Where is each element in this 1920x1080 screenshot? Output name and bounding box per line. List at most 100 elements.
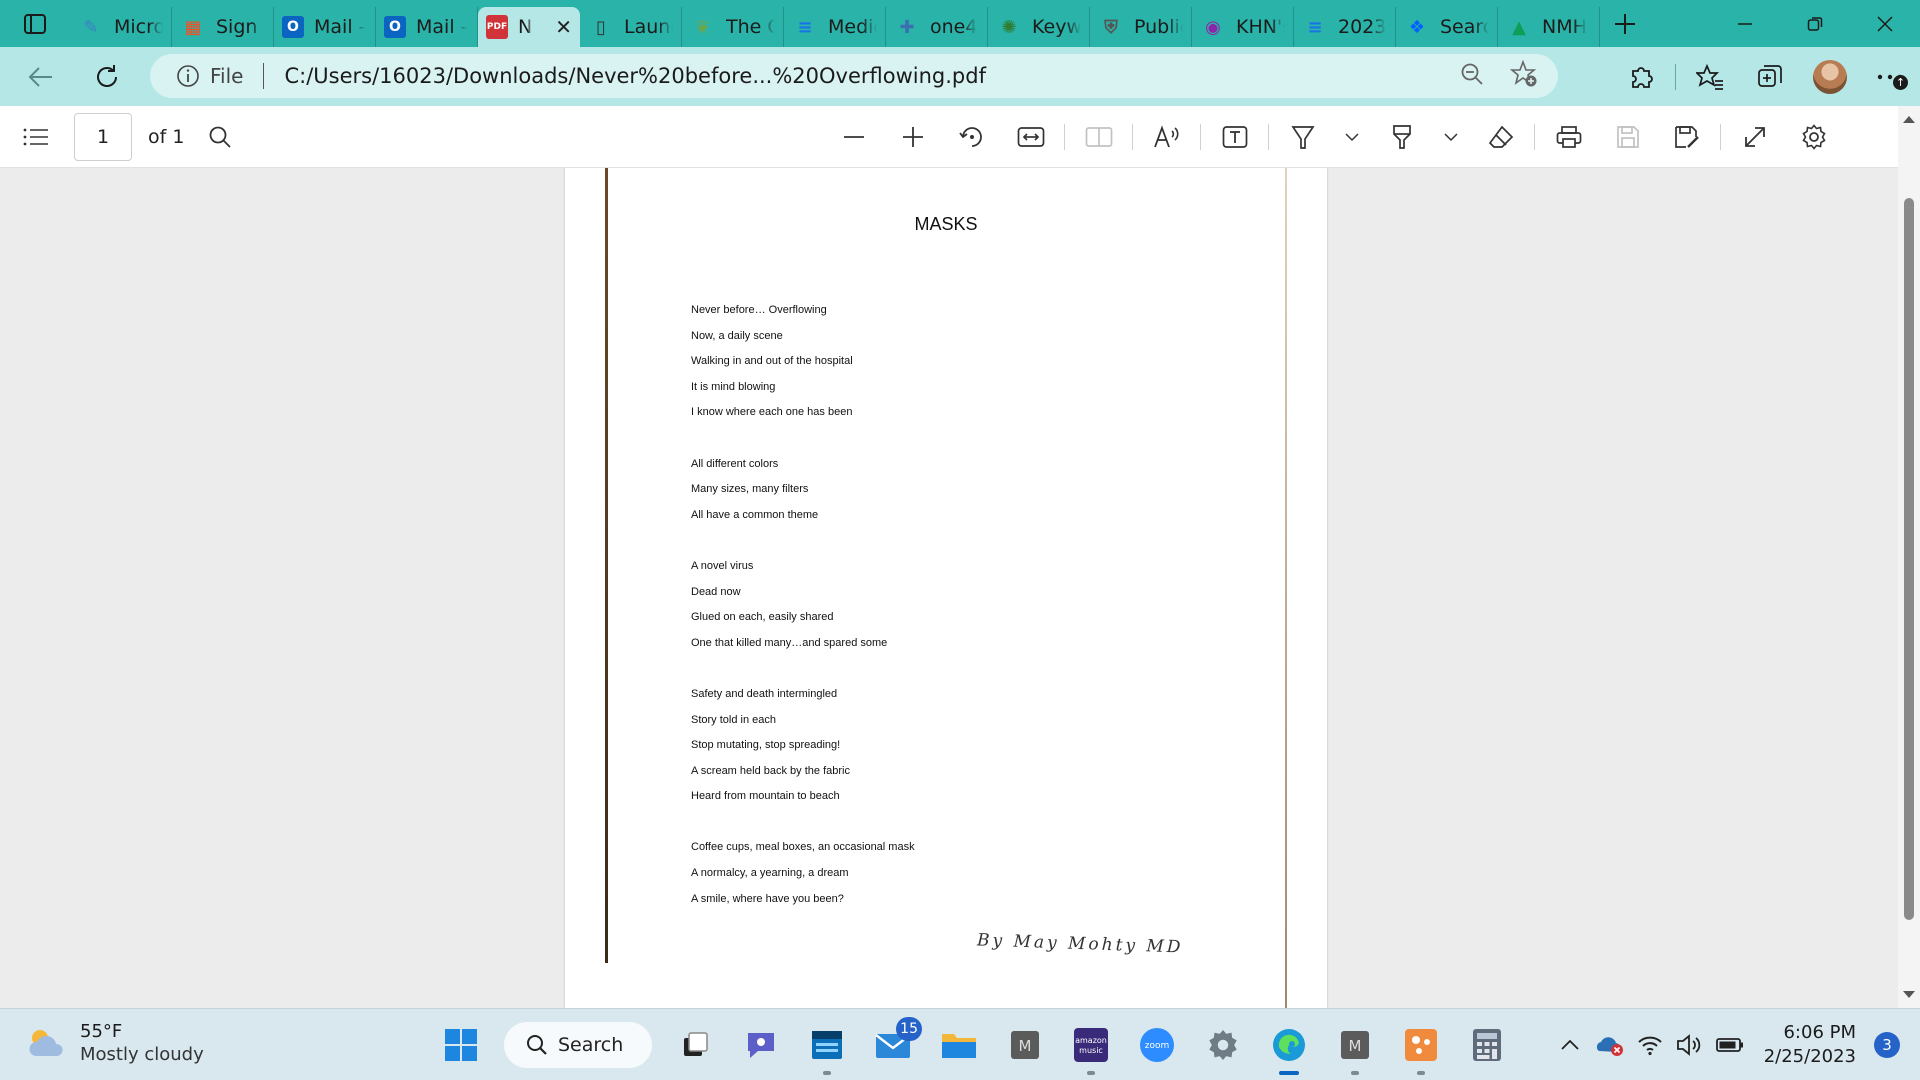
browser-tab[interactable]: ✚ one4: [886, 7, 988, 47]
save-button[interactable]: [1598, 106, 1657, 168]
running-indicator: [1087, 1071, 1095, 1075]
battery-icon: [1715, 1038, 1743, 1052]
minimize-button[interactable]: [1710, 0, 1780, 47]
extensions-button[interactable]: [1611, 47, 1671, 106]
file-explorer-button[interactable]: [926, 1019, 992, 1071]
window-controls: [1710, 0, 1920, 47]
windows-logo-icon: [445, 1029, 477, 1061]
pdf-viewer[interactable]: MASKS Never before… Overflowing Now, a da…: [0, 168, 1898, 1008]
chevron-down-icon: [1444, 133, 1458, 142]
new-tab-button[interactable]: [1600, 0, 1650, 47]
favorites-button[interactable]: [1680, 47, 1740, 106]
volume-button[interactable]: [1670, 1009, 1710, 1080]
highlight-options-dropdown[interactable]: [1431, 106, 1471, 168]
add-text-button[interactable]: [1205, 106, 1264, 168]
show-hidden-icons-button[interactable]: [1550, 1009, 1590, 1080]
author-signature: By May Mohty MD: [976, 930, 1184, 958]
profile-button[interactable]: [1800, 47, 1860, 106]
browser-tab[interactable]: ⛨ Public: [1090, 7, 1192, 47]
restore-button[interactable]: [1780, 0, 1850, 47]
browser-tab[interactable]: PDF N ✕: [478, 7, 580, 47]
network-button[interactable]: [1630, 1009, 1670, 1080]
taskbar-search[interactable]: Search: [504, 1022, 652, 1068]
read-aloud-button[interactable]: [1137, 106, 1196, 168]
plus-icon: [902, 127, 923, 147]
url-text[interactable]: C:/Users/16023/Downloads/Never%20before.…: [284, 64, 986, 88]
calculator-button[interactable]: [1454, 1019, 1520, 1071]
rotate-button[interactable]: [942, 106, 1001, 168]
save-as-button[interactable]: [1657, 106, 1716, 168]
browser-tab[interactable]: ◉ KHN's: [1192, 7, 1294, 47]
teams-chat-button[interactable]: [728, 1019, 794, 1071]
onedrive-button[interactable]: [1590, 1009, 1630, 1080]
clock[interactable]: 6:06 PM 2/25/2023: [1764, 1021, 1856, 1069]
collections-button[interactable]: [1740, 47, 1800, 106]
browser-tab[interactable]: ❖ Searc: [1396, 7, 1498, 47]
scrollbar-thumb[interactable]: [1904, 198, 1914, 920]
settings-more-button[interactable]: ↑: [1860, 47, 1920, 106]
mail-app-button[interactable]: 15: [860, 1017, 926, 1071]
browser-tab[interactable]: ❦ The C: [682, 7, 784, 47]
browser-tab[interactable]: ▦ Sign i: [172, 7, 274, 47]
scroll-up-arrow-icon[interactable]: [1903, 116, 1915, 123]
browser-tab[interactable]: O Mail -: [274, 7, 376, 47]
taskbar-app-orange[interactable]: [1388, 1019, 1454, 1075]
battery-button[interactable]: [1710, 1009, 1750, 1080]
browser-tab[interactable]: ▲ NMH: [1498, 7, 1600, 47]
settings-app-button[interactable]: [1190, 1019, 1256, 1071]
add-favorite-button[interactable]: [1509, 59, 1538, 92]
taskbar-app-window[interactable]: [794, 1019, 860, 1075]
toolbar-separator: [1720, 124, 1721, 150]
browser-tab[interactable]: ✺ Keyw: [988, 7, 1090, 47]
svg-text:M: M: [1019, 1037, 1032, 1055]
fullscreen-button[interactable]: [1725, 106, 1784, 168]
read-aloud-icon: [1153, 125, 1179, 148]
taskbar-app-m-2[interactable]: M: [1322, 1019, 1388, 1075]
minus-icon: [843, 136, 864, 138]
browser-tab[interactable]: O Mail -: [376, 7, 478, 47]
poem-line: Coffee cups, meal boxes, an occasional m…: [691, 841, 915, 854]
pdf-settings-button[interactable]: [1784, 106, 1843, 168]
address-separator: [263, 63, 265, 89]
browser-tab[interactable]: ▯ Launc: [580, 7, 682, 47]
browser-tab[interactable]: ≡ 2023: [1294, 7, 1396, 47]
draw-button[interactable]: [1273, 106, 1332, 168]
zoom-out-button[interactable]: [824, 106, 883, 168]
close-window-button[interactable]: [1850, 0, 1920, 47]
browser-tab[interactable]: ≡ Medic: [784, 7, 886, 47]
browser-tab[interactable]: ✎ Micro: [70, 7, 172, 47]
edge-browser-button[interactable]: [1256, 1019, 1322, 1075]
app-m-icon: M: [1011, 1031, 1039, 1059]
erase-button[interactable]: [1471, 106, 1530, 168]
tab-actions-button[interactable]: [0, 0, 70, 47]
address-bar[interactable]: File C:/Users/16023/Downloads/Never%20be…: [150, 54, 1558, 98]
weather-widget[interactable]: 55°F Mostly cloudy: [26, 1021, 204, 1065]
zoom-in-button[interactable]: [883, 106, 942, 168]
docs-icon: ≡: [797, 16, 813, 38]
highlight-button[interactable]: [1372, 106, 1431, 168]
zoom-button[interactable]: [1460, 62, 1484, 90]
print-button[interactable]: [1539, 106, 1598, 168]
zoom-app-button[interactable]: zoom: [1124, 1019, 1190, 1071]
page-view-button[interactable]: [1069, 106, 1128, 168]
page-number-input[interactable]: 1: [74, 112, 132, 161]
outlook-icon: O: [282, 16, 304, 38]
amazon-music-button[interactable]: amazon music: [1058, 1019, 1124, 1075]
start-button[interactable]: [428, 1019, 494, 1071]
fit-to-width-button[interactable]: [1001, 106, 1060, 168]
poem-line: Now, a daily scene: [691, 329, 783, 342]
site-info-button[interactable]: File: [176, 64, 243, 88]
back-button[interactable]: [8, 47, 74, 106]
taskbar-app-m[interactable]: M: [992, 1019, 1058, 1071]
contents-list-icon: [23, 128, 48, 145]
table-of-contents-button[interactable]: [6, 106, 66, 168]
close-tab-icon[interactable]: ✕: [555, 15, 572, 39]
find-button[interactable]: [190, 106, 250, 168]
scroll-down-arrow-icon[interactable]: [1903, 991, 1915, 998]
draw-options-dropdown[interactable]: [1332, 106, 1372, 168]
task-view-button[interactable]: [662, 1019, 728, 1071]
search-icon: [527, 1035, 547, 1055]
refresh-button[interactable]: [74, 47, 140, 106]
notification-count-badge[interactable]: 3: [1874, 1032, 1900, 1058]
vertical-scrollbar[interactable]: [1898, 106, 1920, 1008]
